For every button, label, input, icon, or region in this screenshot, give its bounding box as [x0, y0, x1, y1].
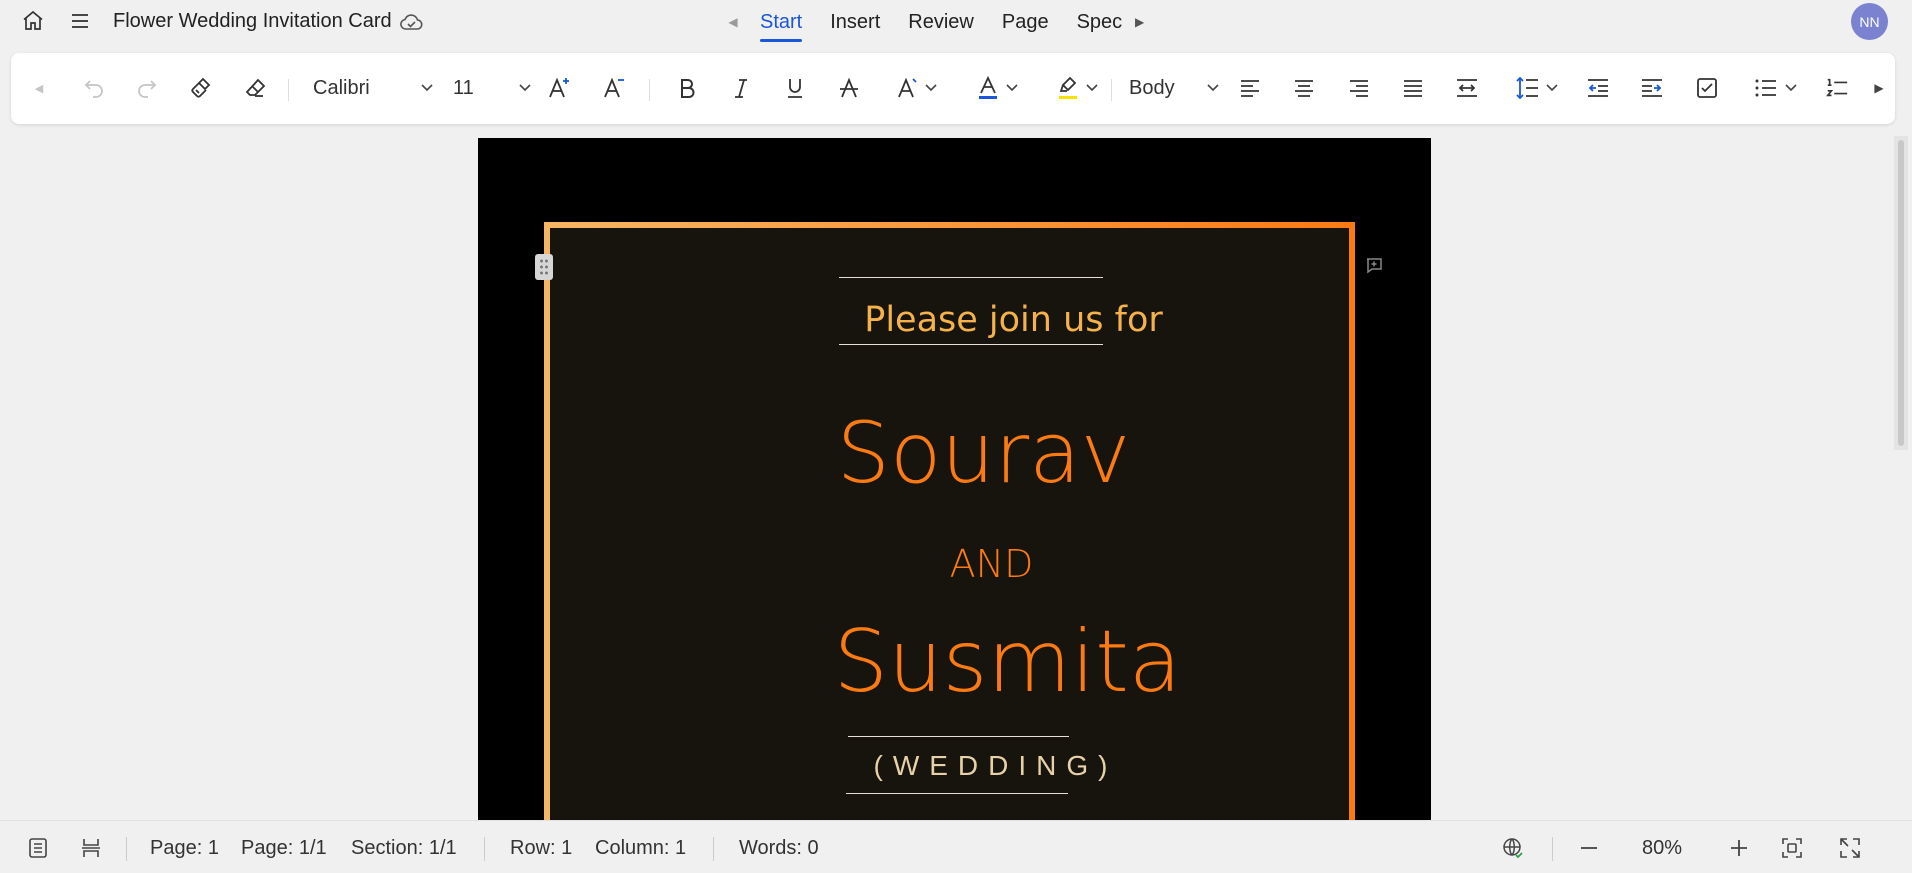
undo-icon[interactable]: [77, 71, 111, 105]
numbered-list-icon[interactable]: [1825, 71, 1849, 105]
align-center-icon[interactable]: [1287, 71, 1321, 105]
chevron-down-icon: [1207, 84, 1219, 92]
font-family-select[interactable]: Calibri: [313, 71, 433, 105]
text-effects-icon: [895, 76, 919, 100]
highlighter-icon: [1056, 75, 1080, 101]
tabs-scroll-left-icon[interactable]: ◀: [720, 9, 746, 35]
status-row: Row: 1: [510, 837, 573, 859]
toolbar-scroll-left-icon[interactable]: ◀: [29, 71, 49, 105]
italic-icon[interactable]: [724, 71, 758, 105]
home-icon[interactable]: [20, 8, 46, 34]
bold-icon[interactable]: [670, 71, 704, 105]
checkbox-list-icon[interactable]: [1690, 71, 1724, 105]
redo-icon[interactable]: [130, 71, 164, 105]
connector-text[interactable]: AND: [550, 542, 1361, 586]
page-view-icon[interactable]: [24, 834, 52, 862]
status-divider: [1552, 837, 1553, 861]
zoom-out-icon[interactable]: [1575, 834, 1603, 862]
font-size-select[interactable]: 11: [453, 71, 531, 105]
chevron-down-icon: [925, 84, 937, 92]
tab-insert[interactable]: Insert: [816, 0, 894, 44]
status-words: Words: 0: [739, 837, 819, 859]
tab-review[interactable]: Review: [894, 0, 988, 44]
text-effects-dropdown[interactable]: [886, 71, 946, 105]
toolbar-divider: [288, 79, 289, 101]
chevron-down-icon: [1086, 84, 1098, 92]
status-bar: Page: 1 Page: 1/1 Section: 1/1 Row: 1 Co…: [0, 820, 1912, 873]
status-section: Section: 1/1: [351, 837, 457, 859]
increase-indent-icon[interactable]: [1635, 71, 1669, 105]
fit-page-icon[interactable]: [1778, 834, 1806, 862]
paragraph-style-value: Body: [1129, 76, 1175, 99]
paragraph-style-select[interactable]: Body: [1129, 71, 1219, 105]
formatting-toolbar: ◀ Calibri 11 Body ▶: [11, 53, 1895, 124]
subtitle-divider-line: [839, 344, 1103, 345]
toolbar-divider: [649, 79, 650, 101]
page-break-icon[interactable]: [77, 834, 105, 862]
decrease-indent-icon[interactable]: [1581, 71, 1615, 105]
decrease-font-icon[interactable]: [598, 71, 632, 105]
line-spacing-icon: [1514, 75, 1540, 101]
tabs-scroll-right-icon[interactable]: ▶: [1127, 9, 1153, 35]
distribute-icon[interactable]: [1450, 71, 1484, 105]
chevron-down-icon: [519, 84, 531, 92]
status-page: Page: 1: [150, 837, 219, 859]
invitation-card[interactable]: Please join us for Sourav AND Susmita (W…: [544, 222, 1355, 842]
highlight-color-dropdown[interactable]: [1047, 71, 1107, 105]
increase-font-icon[interactable]: [543, 71, 577, 105]
document-title[interactable]: Flower Wedding Invitation Card: [113, 10, 392, 33]
ribbon-tabs: ◀ Start Insert Review Page Special ▶: [720, 0, 1153, 44]
title-bar: Flower Wedding Invitation Card ◀ Start I…: [0, 0, 1912, 44]
document-page[interactable]: Please join us for Sourav AND Susmita (W…: [478, 138, 1431, 842]
zoom-level[interactable]: 80%: [1642, 837, 1682, 860]
align-right-icon[interactable]: [1342, 71, 1376, 105]
clear-format-icon[interactable]: [238, 71, 272, 105]
strikethrough-icon[interactable]: [832, 71, 866, 105]
invitation-subtitle[interactable]: Please join us for: [550, 300, 1361, 340]
status-page-total: Page: 1/1: [241, 837, 327, 859]
user-avatar[interactable]: NN: [1851, 3, 1888, 40]
groom-name[interactable]: Sourav: [550, 404, 1361, 502]
status-column: Column: 1: [595, 837, 687, 859]
tab-special[interactable]: Special: [1063, 0, 1123, 44]
chevron-down-icon: [1006, 84, 1018, 92]
fullscreen-icon[interactable]: [1836, 834, 1864, 862]
font-size-value: 11: [453, 76, 474, 99]
bullet-list-icon: [1753, 76, 1779, 100]
align-left-icon[interactable]: [1233, 71, 1267, 105]
font-family-value: Calibri: [313, 76, 370, 99]
status-divider: [484, 837, 485, 861]
add-comment-icon[interactable]: [1364, 256, 1384, 276]
drag-handle[interactable]: [535, 254, 553, 280]
tab-start[interactable]: Start: [746, 0, 816, 44]
menu-icon[interactable]: [67, 8, 93, 34]
format-painter-icon[interactable]: [184, 71, 218, 105]
language-icon[interactable]: [1499, 834, 1527, 862]
justify-icon[interactable]: [1396, 71, 1430, 105]
top-divider-line: [839, 277, 1103, 278]
event-top-divider-line: [848, 736, 1069, 737]
chevron-down-icon: [421, 84, 433, 92]
vertical-scrollbar-thumb[interactable]: [1898, 140, 1904, 446]
chevron-down-icon: [1546, 84, 1558, 92]
font-color-icon: [976, 75, 1000, 101]
font-color-dropdown[interactable]: [967, 71, 1027, 105]
chevron-down-icon: [1785, 84, 1797, 92]
bullet-list-dropdown[interactable]: [1745, 71, 1805, 105]
underline-icon[interactable]: [778, 71, 812, 105]
cloud-saved-icon: [398, 9, 424, 35]
status-divider: [713, 837, 714, 861]
event-label[interactable]: (WEDDING): [550, 750, 1361, 782]
status-divider: [126, 837, 127, 861]
event-bottom-divider-line: [846, 793, 1068, 794]
toolbar-scroll-right-icon[interactable]: ▶: [1869, 71, 1889, 105]
toolbar-divider: [1111, 79, 1112, 101]
tab-page[interactable]: Page: [988, 0, 1063, 44]
line-spacing-dropdown[interactable]: [1506, 71, 1566, 105]
bride-name[interactable]: Susmita: [550, 612, 1361, 712]
zoom-in-icon[interactable]: [1725, 834, 1753, 862]
